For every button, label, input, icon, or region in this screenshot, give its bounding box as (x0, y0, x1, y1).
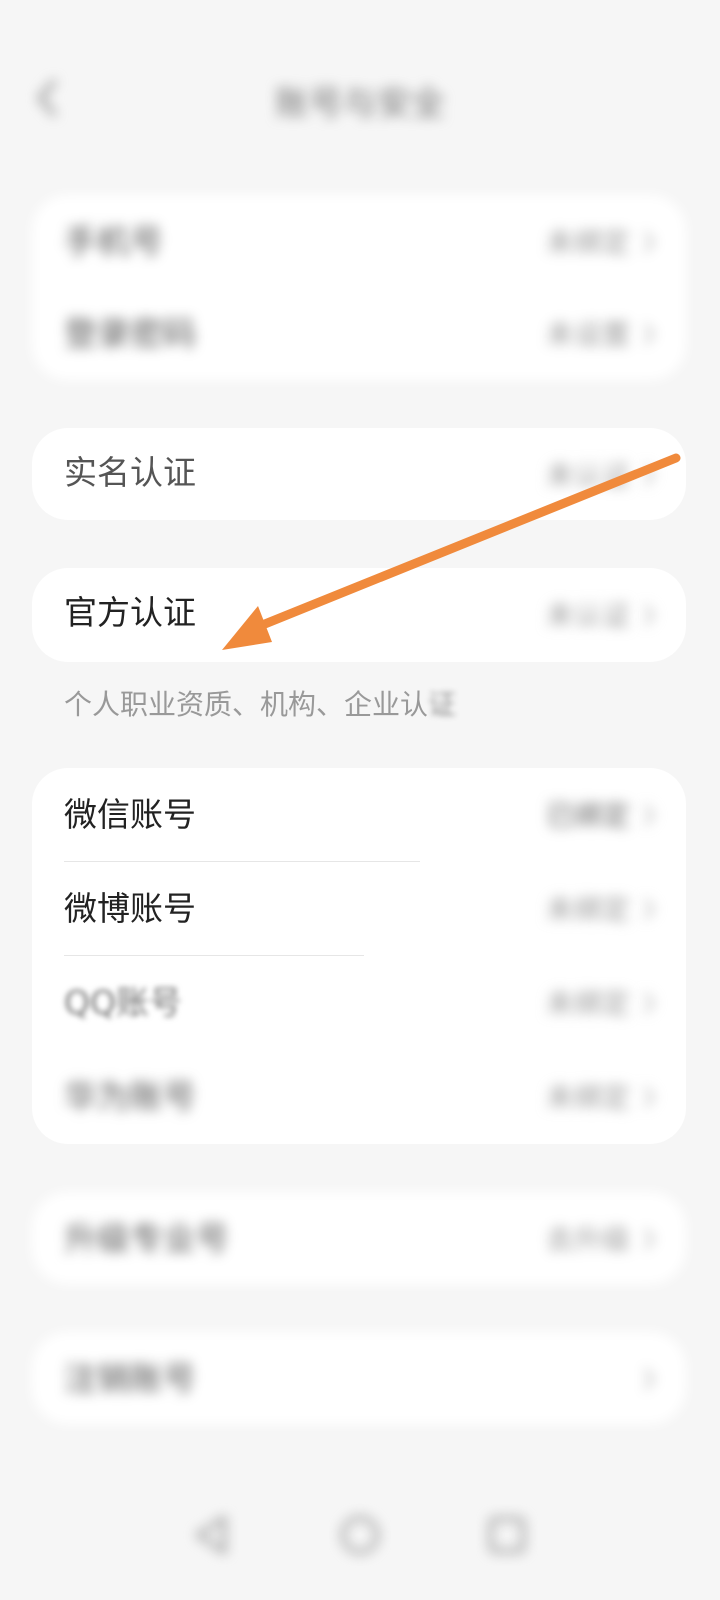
chevron-right-icon (643, 1228, 655, 1250)
realname-row[interactable]: 实名认证 未认证 (32, 428, 686, 520)
wechat-row[interactable]: 微信账号 已绑定 (32, 768, 686, 862)
upgrade-value: 去升级 (545, 1223, 630, 1256)
weibo-value: 未绑定 (545, 893, 630, 926)
cancel-account-row[interactable]: 注销账号 (32, 1332, 686, 1424)
linked-accounts-card: 微信账号 已绑定 微博账号 未绑定 QQ账号 未绑定 华为账号 未绑定 (32, 768, 686, 1144)
cancel-account-label: 注销账号 (64, 1359, 196, 1398)
qq-row[interactable]: QQ账号 未绑定 (32, 956, 686, 1050)
chevron-right-icon (643, 1368, 655, 1390)
realname-card: 实名认证 未认证 (32, 428, 686, 520)
weibo-label: 微博账号 (64, 889, 196, 928)
official-value: 未认证 (545, 599, 630, 632)
upgrade-label: 升级专业号 (64, 1219, 229, 1258)
chevron-right-icon (643, 231, 655, 253)
password-row[interactable]: 登录密码 未设置 (32, 287, 686, 381)
official-label: 官方认证 (64, 593, 196, 632)
official-note-faded: 证 (428, 688, 457, 721)
official-note: 个人职业资质、机构、企业认证 (64, 683, 456, 723)
back-nav-icon[interactable] (186, 1510, 236, 1560)
realname-label: 实名认证 (64, 453, 196, 492)
password-label: 登录密码 (64, 314, 196, 353)
wechat-label: 微信账号 (64, 795, 196, 834)
huawei-row[interactable]: 华为账号 未绑定 (32, 1050, 686, 1144)
top-bar: 账号与安全 (0, 40, 720, 160)
page-title: 账号与安全 (275, 84, 445, 124)
chevron-right-icon (643, 804, 655, 826)
weibo-row[interactable]: 微博账号 未绑定 (32, 862, 686, 956)
huawei-label: 华为账号 (64, 1077, 196, 1116)
chevron-right-icon (643, 604, 655, 626)
system-nav-bar (0, 1490, 720, 1600)
huawei-value: 未绑定 (545, 1081, 630, 1114)
home-nav-icon[interactable] (335, 1510, 385, 1560)
upgrade-row[interactable]: 升级专业号 去升级 (32, 1192, 686, 1284)
login-settings-card: 手机号 未绑定 登录密码 未设置 (32, 195, 686, 380)
phone-row[interactable]: 手机号 未绑定 (32, 195, 686, 289)
cancel-account-card: 注销账号 (32, 1332, 686, 1424)
phone-label: 手机号 (64, 222, 163, 261)
chevron-right-icon (643, 464, 655, 486)
qq-value: 未绑定 (545, 987, 630, 1020)
recents-nav-icon[interactable] (482, 1510, 532, 1560)
realname-value: 未认证 (545, 459, 630, 492)
qq-label: QQ账号 (64, 983, 182, 1022)
chevron-right-icon (643, 1086, 655, 1108)
official-row[interactable]: 官方认证 未认证 (32, 568, 686, 662)
official-note-text: 个人职业资质、机构、企业认 (64, 688, 429, 721)
password-value: 未设置 (545, 318, 630, 351)
official-card: 官方认证 未认证 (32, 568, 686, 662)
chevron-right-icon (643, 323, 655, 345)
chevron-right-icon (643, 992, 655, 1014)
phone-value: 未绑定 (545, 226, 630, 259)
upgrade-card: 升级专业号 去升级 (32, 1192, 686, 1284)
chevron-right-icon (643, 898, 655, 920)
wechat-value: 已绑定 (545, 799, 630, 832)
